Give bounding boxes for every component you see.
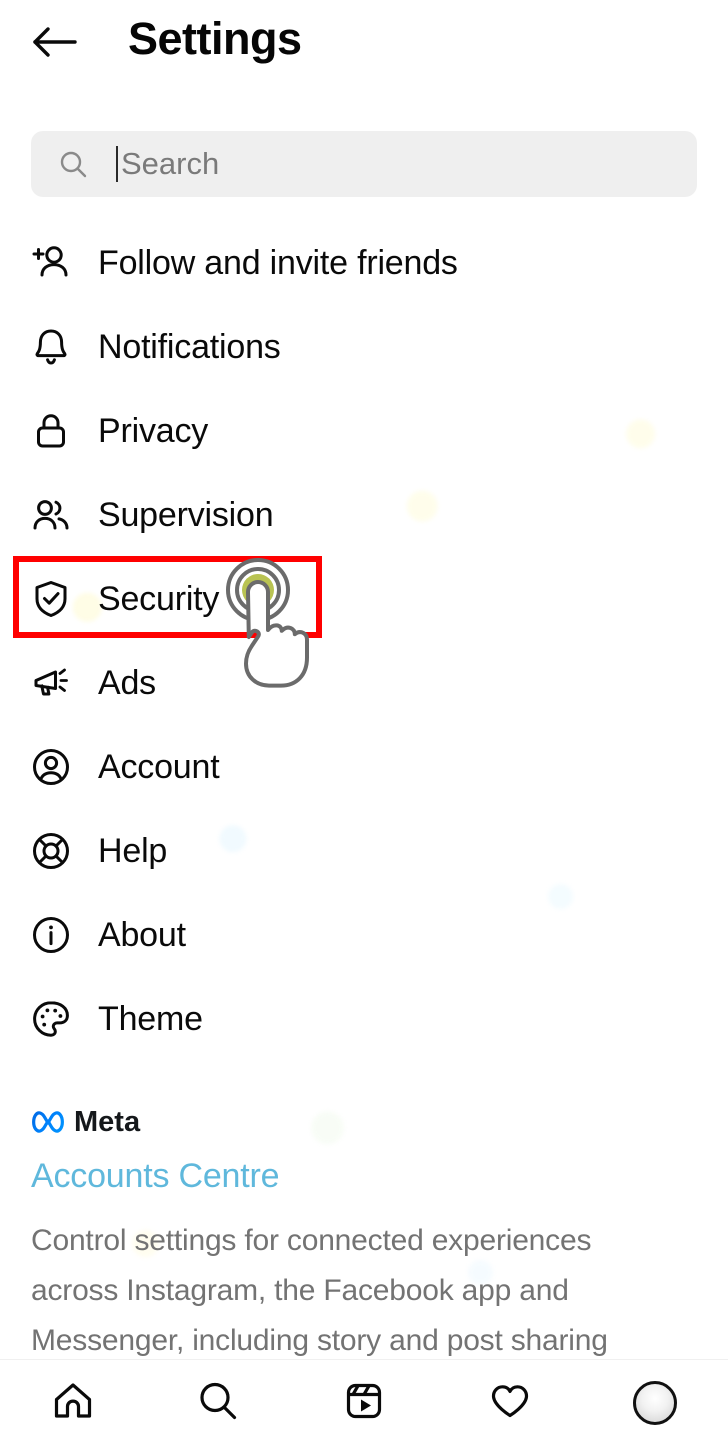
- heart-icon: [487, 1378, 533, 1429]
- lock-icon: [28, 408, 74, 454]
- meta-brand: Meta: [31, 1100, 728, 1144]
- sidebar-item-label: Privacy: [98, 412, 209, 450]
- accounts-centre-link[interactable]: Accounts Centre: [31, 1154, 728, 1198]
- sidebar-item-supervision[interactable]: Supervision: [0, 473, 728, 557]
- sidebar-item-label: Follow and invite friends: [98, 244, 458, 282]
- header: Settings: [0, 0, 728, 100]
- bottom-navigation-bar: [0, 1359, 728, 1446]
- search-icon: [58, 149, 88, 179]
- accounts-centre-description: Control settings for connected experienc…: [31, 1224, 608, 1357]
- search-icon: [195, 1378, 241, 1429]
- person-circle-icon: [28, 744, 74, 790]
- sidebar-item-ads[interactable]: Ads: [0, 641, 728, 725]
- sidebar-item-about[interactable]: About: [0, 893, 728, 977]
- nav-home[interactable]: [0, 1360, 146, 1446]
- nav-activity[interactable]: [437, 1360, 583, 1446]
- sidebar-item-notifications[interactable]: Notifications: [0, 305, 728, 389]
- megaphone-icon: [28, 660, 74, 706]
- search-placeholder: Search: [121, 146, 220, 181]
- sidebar-item-label: Supervision: [98, 496, 274, 534]
- text-caret: [116, 146, 118, 182]
- sidebar-item-label: Help: [98, 832, 168, 870]
- sidebar-item-label: Notifications: [98, 328, 281, 366]
- people-icon: [28, 492, 74, 538]
- sidebar-item-help[interactable]: Help: [0, 809, 728, 893]
- person-add-icon: [28, 240, 74, 286]
- sidebar-item-label: Theme: [98, 1000, 203, 1038]
- sidebar-item-label: Security: [98, 580, 220, 618]
- meta-infinity-icon: [31, 1109, 65, 1135]
- sidebar-item-label: Account: [98, 748, 220, 786]
- lifebuoy-icon: [28, 828, 74, 874]
- info-circle-icon: [28, 912, 74, 958]
- sidebar-item-theme[interactable]: Theme: [0, 977, 728, 1061]
- home-icon: [50, 1378, 96, 1429]
- meta-brand-name: Meta: [74, 1106, 141, 1138]
- palette-icon: [28, 996, 74, 1042]
- page-title: Settings: [128, 13, 302, 64]
- nav-reels[interactable]: [291, 1360, 437, 1446]
- back-arrow-icon[interactable]: [30, 20, 78, 64]
- avatar: [633, 1381, 678, 1425]
- sidebar-item-label: About: [98, 916, 186, 954]
- settings-screen: Settings Search Follow and invite friend…: [0, 0, 728, 1446]
- sidebar-item-label: Ads: [98, 664, 156, 702]
- reels-icon: [341, 1378, 387, 1429]
- meta-accounts-centre-section: Meta Accounts Centre Control settings fo…: [0, 1100, 728, 1366]
- settings-menu: Follow and invite friends Notifications …: [0, 221, 728, 1061]
- shield-check-icon: [28, 576, 74, 622]
- bell-icon: [28, 324, 74, 370]
- sidebar-item-security[interactable]: Security: [0, 557, 728, 641]
- sidebar-item-account[interactable]: Account: [0, 725, 728, 809]
- sidebar-item-privacy[interactable]: Privacy: [0, 389, 728, 473]
- sidebar-item-follow-and-invite-friends[interactable]: Follow and invite friends: [0, 221, 728, 305]
- search-input[interactable]: Search: [31, 131, 697, 197]
- nav-profile[interactable]: [582, 1360, 728, 1446]
- nav-search[interactable]: [146, 1360, 292, 1446]
